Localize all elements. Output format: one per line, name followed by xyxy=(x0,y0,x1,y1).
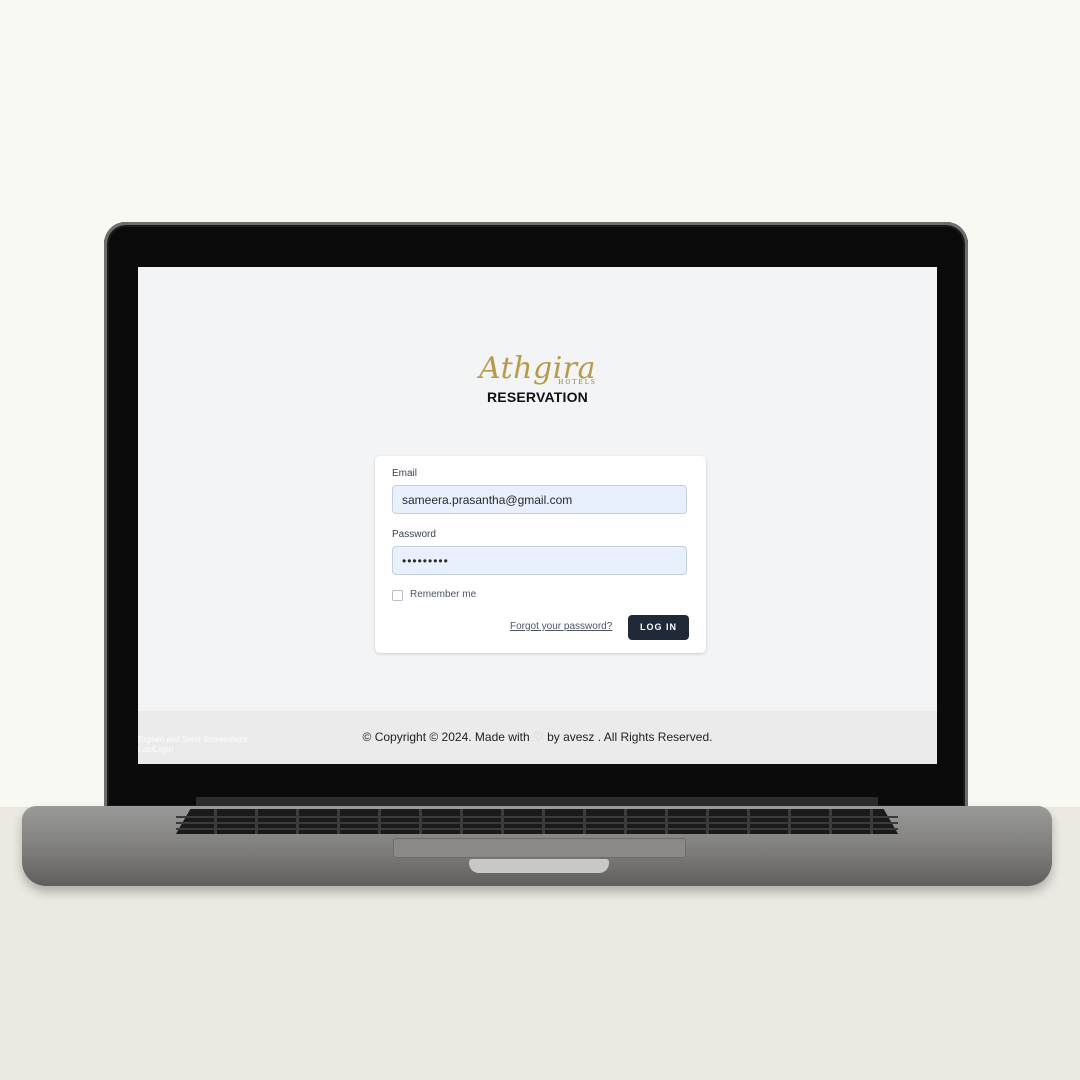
copyright-suffix: by avesz . All Rights Reserved. xyxy=(547,730,713,744)
login-button[interactable]: LOG IN xyxy=(628,615,689,640)
copyright-prefix: © Copyright © 2024. Made with xyxy=(362,730,530,744)
password-label: Password xyxy=(392,529,436,540)
laptop-trackpad xyxy=(393,838,686,858)
copyright-text: © Copyright © 2024. Made with ♡ by avesz… xyxy=(138,730,937,744)
remember-me-label: Remember me xyxy=(410,589,477,600)
forgot-password-link[interactable]: Forgot your password? xyxy=(510,621,612,632)
page-footer: Explain and Send Screenshots Lab/Login ©… xyxy=(138,711,937,764)
logo-hotels-text: HOTELS xyxy=(558,379,597,386)
keyboard-row-divider xyxy=(176,822,898,824)
laptop-notch xyxy=(469,859,609,873)
laptop-screen: Athgira HOTELS RESERVATION Email sameera… xyxy=(138,267,937,764)
heart-icon: ♡ xyxy=(532,730,544,744)
email-field[interactable]: sameera.prasantha@gmail.com xyxy=(392,485,687,514)
password-field[interactable]: ••••••••• xyxy=(392,546,687,575)
logo-subtitle: RESERVATION xyxy=(487,389,588,405)
faint-text-line: Lab/Login xyxy=(138,745,174,754)
keyboard-row-divider xyxy=(176,816,898,818)
brand-logo: Athgira HOTELS RESERVATION xyxy=(138,353,937,406)
email-label: Email xyxy=(392,468,418,479)
login-card: Email sameera.prasantha@gmail.com Passwo… xyxy=(375,456,706,653)
remember-me-checkbox[interactable] xyxy=(392,590,403,601)
keyboard-row-divider xyxy=(176,828,898,830)
